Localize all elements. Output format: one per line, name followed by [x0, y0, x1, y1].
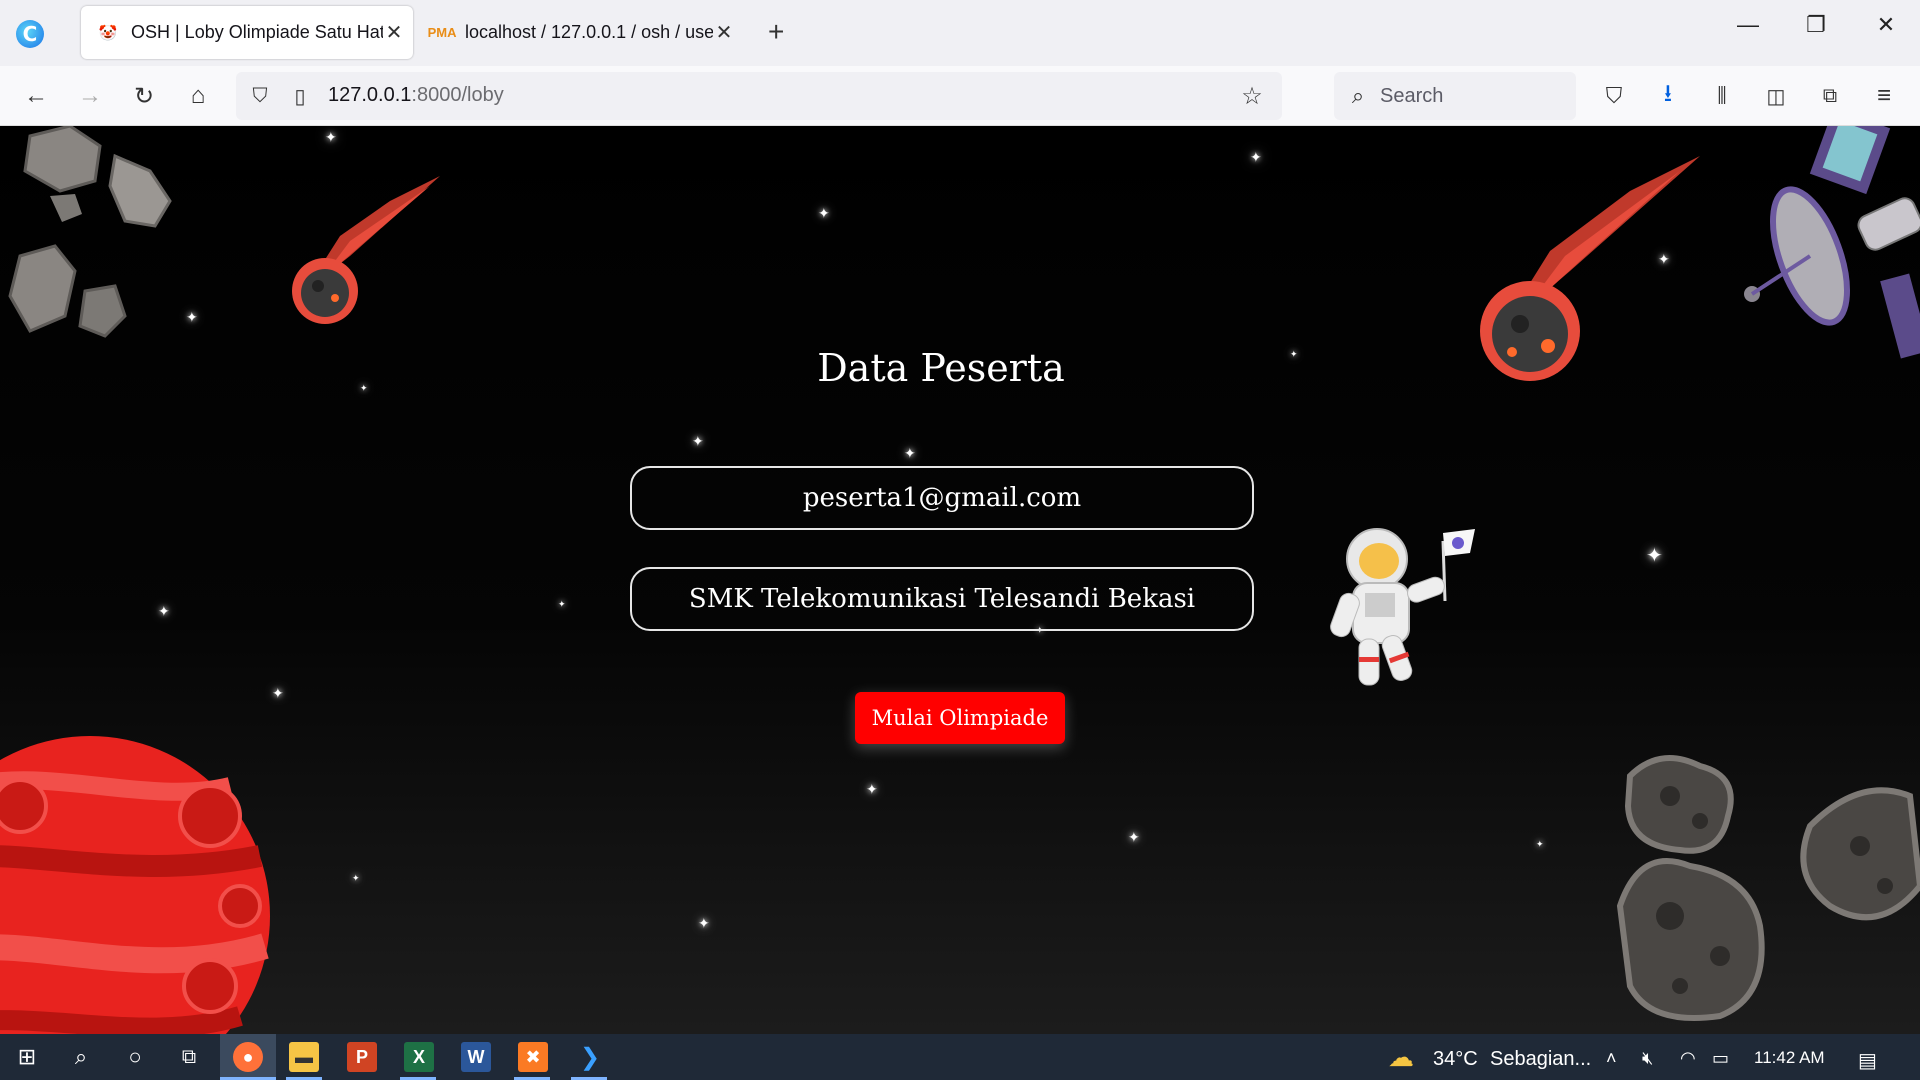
weather-temp[interactable]: 34°C [1433, 1048, 1478, 1071]
star-icon: ✦ [1536, 839, 1544, 849]
vscode-icon[interactable]: ❯ [575, 1042, 605, 1072]
star-icon: ✦ [1646, 545, 1663, 567]
search-icon[interactable]: ⌕ [66, 1042, 96, 1072]
notification-icon[interactable]: ▤ [1858, 1048, 1877, 1073]
asteroids-cluster-icon [8, 126, 172, 338]
chevron-up-icon[interactable]: ˄ [1606, 1048, 1617, 1069]
asteroids-cluster-icon [1616, 755, 1920, 1021]
clock[interactable]: 11:42 AM [1754, 1048, 1825, 1068]
search-box[interactable]: ⌕ Search [1334, 72, 1576, 120]
forward-arrow-icon[interactable]: → [74, 80, 106, 112]
excel-icon[interactable]: X [404, 1042, 434, 1072]
weather-icon[interactable]: ☁ [1388, 1042, 1414, 1073]
windows-start-icon[interactable]: ⊞ [12, 1042, 42, 1072]
star-icon: ✦ [818, 205, 830, 221]
shield-icon[interactable]: ⛉ [244, 80, 276, 112]
battery-icon[interactable]: ▭ [1712, 1048, 1729, 1069]
star-icon: ✦ [904, 445, 916, 461]
tab-phpmyadmin[interactable]: PMA localhost / 127.0.0.1 / osh / user ✕ [423, 6, 743, 59]
star-icon: ✦ [1250, 149, 1262, 165]
url-path: :8000/loby [411, 84, 504, 106]
nav-bar: ← → ↻ ⌂ ⛉ ▯ 127.0.0.1:8000/loby ☆ ⌕ Sear… [0, 66, 1920, 126]
download-icon[interactable]: ⭳ [1652, 80, 1684, 112]
sidebar-icon[interactable]: ◫ [1760, 80, 1792, 112]
home-icon[interactable]: ⌂ [182, 80, 214, 112]
satellite-icon [1744, 126, 1920, 359]
pocket-icon[interactable]: ⛉ [1598, 80, 1630, 112]
bookmark-star-icon[interactable]: ☆ [1236, 80, 1268, 112]
url-text[interactable]: 127.0.0.1:8000/loby [328, 84, 504, 107]
star-icon: ✦ [158, 603, 170, 619]
library-icon[interactable]: ⫼ [1706, 80, 1738, 112]
reload-icon[interactable]: ↻ [128, 80, 160, 112]
speaker-muted-icon[interactable]: 🔇︎ [1642, 1048, 1653, 1069]
star-icon: ✦ [272, 685, 284, 701]
star-icon: ✦ [325, 129, 337, 145]
menu-icon[interactable]: ≡ [1868, 80, 1900, 112]
tab-osh-lobby[interactable]: 🤡 OSH | Loby Olimpiade Satu Hati ✕ [81, 6, 413, 59]
powerpoint-icon[interactable]: P [347, 1042, 377, 1072]
search-icon: ⌕ [1351, 83, 1365, 108]
firefox-icon[interactable]: ● [233, 1042, 263, 1072]
astronaut-icon [1330, 528, 1475, 686]
page-info-icon[interactable]: ▯ [284, 80, 316, 112]
screenshot-icon[interactable]: ⧉ [1814, 80, 1846, 112]
restore-icon[interactable]: ❐ [1796, 12, 1836, 38]
close-tab-icon[interactable]: ✕ [383, 20, 405, 45]
url-bar[interactable]: ⛉ ▯ 127.0.0.1:8000/loby ☆ [236, 72, 1282, 120]
task-view-icon[interactable]: ⧉ [174, 1042, 204, 1072]
planet-icon [0, 736, 270, 1034]
new-tab-icon[interactable]: + [768, 16, 784, 48]
tab-label: localhost / 127.0.0.1 / osh / user [465, 22, 713, 42]
osh-icon: 🤡 [98, 24, 118, 42]
browser-logo-icon[interactable]: C [16, 20, 44, 48]
search-placeholder: Search [1380, 85, 1444, 107]
star-icon: ✦ [866, 781, 878, 797]
star-icon: ✦ [352, 873, 360, 883]
wifi-icon[interactable]: ◠ [1680, 1048, 1696, 1069]
start-olympiad-button[interactable]: Mulai Olimpiade [855, 692, 1065, 744]
xampp-icon[interactable]: ✖ [518, 1042, 548, 1072]
phpmyadmin-icon: PMA [427, 25, 457, 40]
star-icon: ✦ [186, 309, 198, 325]
close-window-icon[interactable]: ✕ [1866, 12, 1906, 38]
file-explorer-icon[interactable]: ▬ [289, 1042, 319, 1072]
school-field[interactable]: SMK Telekomunikasi Telesandi Bekasi [630, 567, 1254, 631]
close-tab-icon[interactable]: ✕ [713, 20, 735, 45]
lobby-page: ✦ ✦ ✦ ✦ ✦ ✦ ✦ ✦ ✦ ✦ ✦ ✦ ✦ ✦ ✦ ✦ ✦ ✦ ✦ Da… [0, 126, 1920, 1034]
star-icon: ✦ [692, 433, 704, 449]
cortana-icon[interactable]: ○ [120, 1042, 150, 1072]
star-icon: ✦ [558, 599, 566, 609]
word-icon[interactable]: W [461, 1042, 491, 1072]
star-icon: ✦ [698, 915, 710, 931]
page-title: Data Peserta [817, 346, 1065, 390]
weather-desc[interactable]: Sebagian... [1490, 1048, 1591, 1071]
star-icon: ✦ [1128, 829, 1140, 845]
tab-label: OSH | Loby Olimpiade Satu Hati [131, 22, 383, 42]
back-arrow-icon[interactable]: ← [20, 80, 52, 112]
comet-icon [292, 176, 440, 324]
email-field[interactable]: peserta1@gmail.com [630, 466, 1254, 530]
taskbar: ⊞ ⌕ ○ ⧉ ● ▬ P X W ✖ ❯ ☁ 34°C Sebagian...… [0, 1034, 1920, 1080]
url-host: 127.0.0.1 [328, 84, 412, 106]
tab-bar: C 🤡 OSH | Loby Olimpiade Satu Hati ✕ PMA… [0, 0, 1920, 66]
minimize-icon[interactable]: — [1728, 12, 1768, 38]
